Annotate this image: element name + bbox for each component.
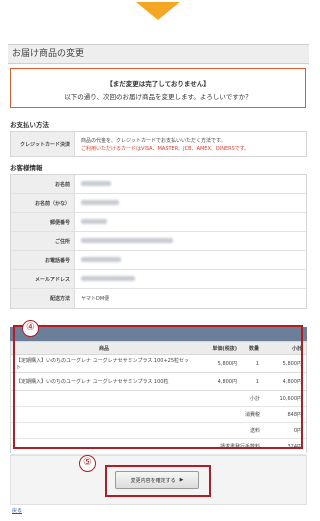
customer-label: お電話番号 bbox=[11, 251, 75, 269]
redacted-value bbox=[81, 256, 121, 262]
customer-table: お名前 お名前（かな） 郵便番号 ご住所 お電話番号 メールアドレス 配送方法 … bbox=[10, 174, 307, 309]
customer-label: お名前 bbox=[11, 175, 75, 193]
payment-section-title: お支払い方法 bbox=[10, 121, 49, 129]
customer-row-address: ご住所 bbox=[11, 232, 306, 251]
warning-notice: 【まだ変更は完了しておりません】 以下の通り、次回のお届け商品を変更します。よろ… bbox=[10, 68, 306, 108]
customer-row-kana: お名前（かな） bbox=[11, 194, 306, 213]
customer-row-shipping: 配送方法 ヤマトDM便 bbox=[11, 289, 306, 308]
redacted-value bbox=[81, 218, 107, 224]
payment-label: クレジットカード決済 bbox=[11, 132, 75, 156]
redacted-value bbox=[81, 237, 173, 243]
customer-value bbox=[75, 275, 306, 283]
customer-label: 配送方法 bbox=[11, 289, 75, 308]
customer-label: ご住所 bbox=[11, 232, 75, 250]
back-link[interactable]: 戻る bbox=[12, 507, 22, 514]
customer-value bbox=[75, 180, 306, 188]
payment-table: クレジットカード決済 商品の代金を、クレジットカードでお支払いいただく方法です。… bbox=[10, 131, 307, 157]
confirm-button-label: 変更内容を確定する bbox=[130, 477, 176, 484]
customer-value bbox=[75, 237, 306, 245]
customer-label: メールアドレス bbox=[11, 270, 75, 288]
notice-text: 以下の通り、次回のお届け商品を変更します。よろしいですか？ bbox=[64, 93, 252, 101]
payment-description: 商品の代金を、クレジットカードでお支払いいただく方法です。 ご利用いただけるカー… bbox=[75, 137, 306, 152]
payment-cards: ご利用いただけるカードはVISA、MASTER、JCB、AMEX、DINERSで… bbox=[81, 145, 250, 152]
payment-text: 商品の代金を、クレジットカードでお支払いいただく方法です。 bbox=[81, 137, 226, 144]
shipping-method: ヤマトDM便 bbox=[81, 296, 110, 302]
customer-section-title: お客様情報 bbox=[10, 164, 43, 172]
customer-value bbox=[75, 199, 306, 207]
highlight-box-products bbox=[13, 325, 303, 449]
customer-label: 郵便番号 bbox=[11, 213, 75, 231]
step-5-marker: ⑤ bbox=[79, 455, 96, 472]
customer-row-phone: お電話番号 bbox=[11, 251, 306, 270]
notice-title: 【まだ変更は完了しておりません】 bbox=[106, 80, 210, 88]
customer-value bbox=[75, 256, 306, 264]
customer-row-zip: 郵便番号 bbox=[11, 213, 306, 232]
confirm-change-button[interactable]: 変更内容を確定する ▶ bbox=[115, 471, 199, 489]
customer-row-email: メールアドレス bbox=[11, 270, 306, 289]
page-title: お届け商品の変更 bbox=[8, 44, 309, 64]
redacted-value bbox=[81, 180, 111, 186]
payment-row: クレジットカード決済 商品の代金を、クレジットカードでお支払いいただく方法です。… bbox=[11, 132, 306, 156]
customer-row-name: お名前 bbox=[11, 175, 306, 194]
redacted-value bbox=[81, 275, 135, 281]
customer-label: お名前（かな） bbox=[11, 194, 75, 212]
customer-value bbox=[75, 218, 306, 226]
redacted-value bbox=[81, 199, 119, 205]
step-4-marker: ④ bbox=[22, 320, 39, 337]
play-arrow-icon: ▶ bbox=[179, 477, 184, 483]
down-arrow-icon bbox=[136, 2, 180, 20]
